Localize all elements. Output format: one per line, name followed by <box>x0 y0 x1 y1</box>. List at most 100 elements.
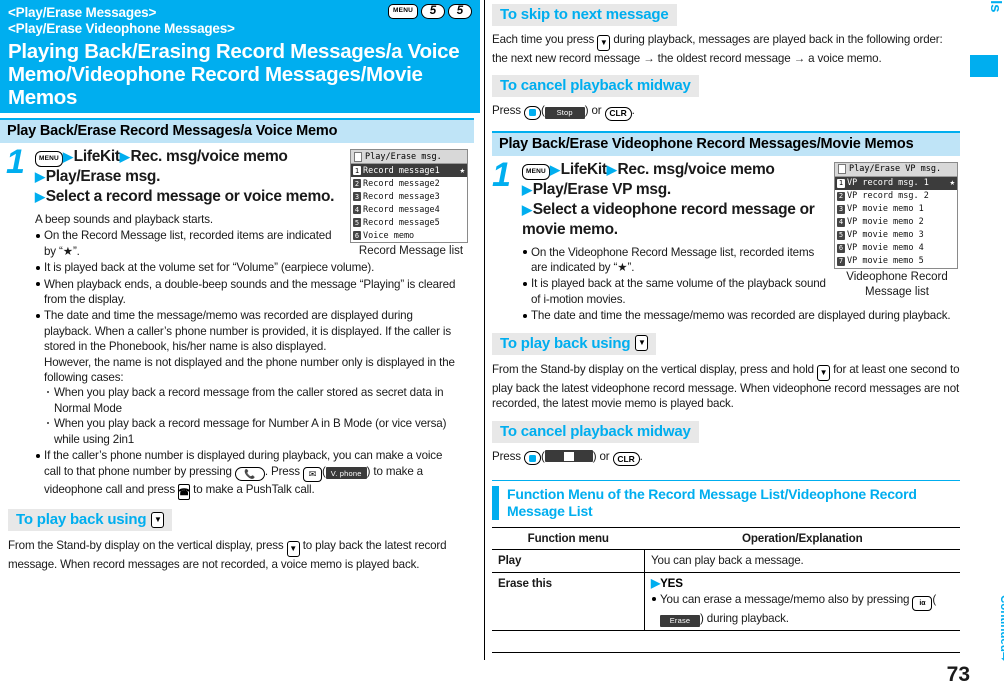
cancel-end-2: . <box>639 449 643 463</box>
column-divider <box>484 0 485 660</box>
left-playback-heading: To play back using ▼ <box>8 509 173 531</box>
list-item[interactable]: 3 Record message3 <box>351 190 467 203</box>
left-bullet-list-2: The date and time the message/memo was r… <box>35 308 460 354</box>
left-playback-heading-label: To play back using <box>16 511 147 528</box>
down-key-icon: ▼ <box>817 364 830 381</box>
menu-shortcut-keys: MENU 5 5 <box>388 4 472 19</box>
header-subtitle-2: <Play/Erase Videophone Messages> <box>8 21 235 36</box>
list-item-label: Record message1 <box>363 165 440 176</box>
table-row: Erase this ▶YES You can erase a message/… <box>492 572 960 631</box>
list-item[interactable]: 2 VP record msg. 2 <box>835 190 957 203</box>
left-step-select: Select a record message or voice memo. <box>45 188 335 205</box>
cancel-heading-2: To cancel playback midway <box>492 420 699 443</box>
list-item: You can erase a message/memo also by pre… <box>651 592 954 627</box>
function-menu-table: Function menu Operation/Explanation Play… <box>492 526 960 631</box>
list-item: It is played back at the same volume of … <box>522 276 960 307</box>
manual-page: <Play/Erase Messages> <Play/Erase Videop… <box>0 0 1004 697</box>
left-playback-text: From the Stand-by display on the vertica… <box>8 538 460 572</box>
cancel-or-2: ) or <box>592 449 610 463</box>
star-icon: ★ <box>459 165 465 176</box>
down-key-icon: ▼ <box>286 541 300 557</box>
left-call-text-2: . Press <box>264 464 300 478</box>
left-subdot-list: When you play back a record message from… <box>35 385 460 447</box>
list-item[interactable]: 1 VP record msg. 1 ★ <box>835 176 957 190</box>
screen-title: Play/Erase VP msg. <box>849 164 942 175</box>
arrow-icon: ▶ <box>62 149 73 164</box>
center-key-icon <box>523 105 541 120</box>
left-step-1: 1 Play/Erase msg. 1 Record message1 ★ 2 Reco… <box>0 143 474 307</box>
function-menu-heading: Function Menu of the Record Message List… <box>492 479 960 520</box>
center-key-icon <box>523 451 541 465</box>
list-item[interactable]: 3 VP movie memo 1 <box>835 203 957 216</box>
screen-title: Play/Erase msg. <box>365 151 442 162</box>
list-item: When you play back a record message from… <box>44 385 460 416</box>
skip-text: Each time you press ▼ during playback, m… <box>492 32 960 66</box>
right-step-number: 1 <box>492 155 511 194</box>
list-item[interactable]: 1 Record message1 ★ <box>351 164 467 177</box>
skip-text-1: Each time you press <box>492 33 595 46</box>
list-item[interactable]: 5 Record message5 <box>351 216 467 229</box>
arrow-icon: ▶ <box>119 149 130 164</box>
menu-key-icon: MENU <box>388 4 418 19</box>
right-column: To skip to next message Each time you pr… <box>492 0 960 697</box>
function-menu-title: Function Menu of the Record Message List… <box>507 485 917 519</box>
cancel-press-label: Press <box>492 104 521 118</box>
right-playback-text: From the Stand-by display on the vertica… <box>492 362 960 412</box>
screen-titlebar: Play/Erase msg. <box>351 150 467 164</box>
cancel-heading-1: To cancel playback midway <box>492 75 699 98</box>
right-playback-heading-label: To play back using <box>500 334 631 352</box>
left-step-recmsg: Rec. msg/voice memo <box>130 148 288 165</box>
left-step-lifekit: LifeKit <box>73 148 120 165</box>
column-header-function-menu: Function menu <box>492 526 645 551</box>
right-bullet-list: On the Videophone Record Message list, r… <box>522 245 960 308</box>
skip-heading-label: To skip to next message <box>500 6 669 23</box>
v-phone-softkey-label: V. phone <box>325 467 367 480</box>
right-section-title: Play Back/Erase Videophone Record Messag… <box>492 130 960 156</box>
clr-key-icon: CLR <box>612 451 640 466</box>
erase-bullet-list: You can erase a message/memo also by pre… <box>651 592 954 627</box>
skip-heading: To skip to next message <box>492 4 677 26</box>
list-item[interactable]: 2 Record message2 <box>351 177 467 190</box>
list-item-index: 2 <box>353 179 361 188</box>
down-key-icon: ▼ <box>597 35 611 51</box>
list-item[interactable]: 4 Record message4 <box>351 203 467 216</box>
list-item-index: 4 <box>353 205 361 214</box>
stop-softkey-label: Stop <box>544 107 585 120</box>
left-step-playerase: Play/Erase msg. <box>45 168 161 185</box>
list-item-label: VP movie memo 2 <box>847 217 924 228</box>
arrow-icon: ▶ <box>35 169 45 184</box>
list-item-index: 1 <box>837 178 845 188</box>
arrow-icon: ▶ <box>522 201 532 217</box>
cancel-text-1: Press (Stop) or CLR. <box>492 103 960 121</box>
cell-explanation-play: You can play back a message. <box>644 549 960 573</box>
list-item: It is played back at the volume set for … <box>35 260 474 275</box>
pushtalk-key-icon: ☎ <box>178 484 191 500</box>
cancel-or-1: ) or <box>584 104 602 118</box>
document-icon <box>838 164 846 175</box>
star-icon: ★ <box>949 178 955 189</box>
list-item-index: 5 <box>837 230 845 240</box>
list-item-label: VP movie memo 3 <box>847 230 924 241</box>
numeric-key-5-first-icon: 5 <box>421 4 445 19</box>
screen-titlebar: Play/Erase VP msg. <box>835 162 957 177</box>
cancel-press-label: Press <box>492 449 521 463</box>
list-item[interactable]: 5 VP movie memo 3 <box>835 229 957 242</box>
left-column: <Play/Erase Messages> <Play/Erase Videop… <box>0 0 480 697</box>
left-step-number: 1 <box>6 143 25 181</box>
left-bullet-list-3: If the caller’s phone number is displaye… <box>35 448 460 500</box>
right-step-lifekit: LifeKit <box>560 160 607 178</box>
erase-yes-label: YES <box>660 576 683 590</box>
list-item[interactable]: 4 VP movie memo 2 <box>835 216 957 229</box>
list-item: If the caller’s phone number is displaye… <box>35 448 460 500</box>
left-playback-text-1: From the Stand-by display on the vertica… <box>8 539 284 552</box>
list-item-index: 3 <box>837 204 845 214</box>
right-bullet-list-2: The date and time the message/memo was r… <box>522 308 960 323</box>
arrow-icon: ▶ <box>606 161 617 177</box>
list-item-index: 5 <box>353 218 361 227</box>
menu-key-icon: MENU <box>35 151 63 167</box>
left-playback-section: To play back using ▼ From the Stand-by d… <box>0 500 474 572</box>
arrow-icon: ▶ <box>522 181 532 197</box>
mail-key-icon: ✉ <box>302 466 322 482</box>
list-item: The date and time the message/memo was r… <box>35 308 460 354</box>
list-item-label: VP record msg. 2 <box>847 191 929 202</box>
